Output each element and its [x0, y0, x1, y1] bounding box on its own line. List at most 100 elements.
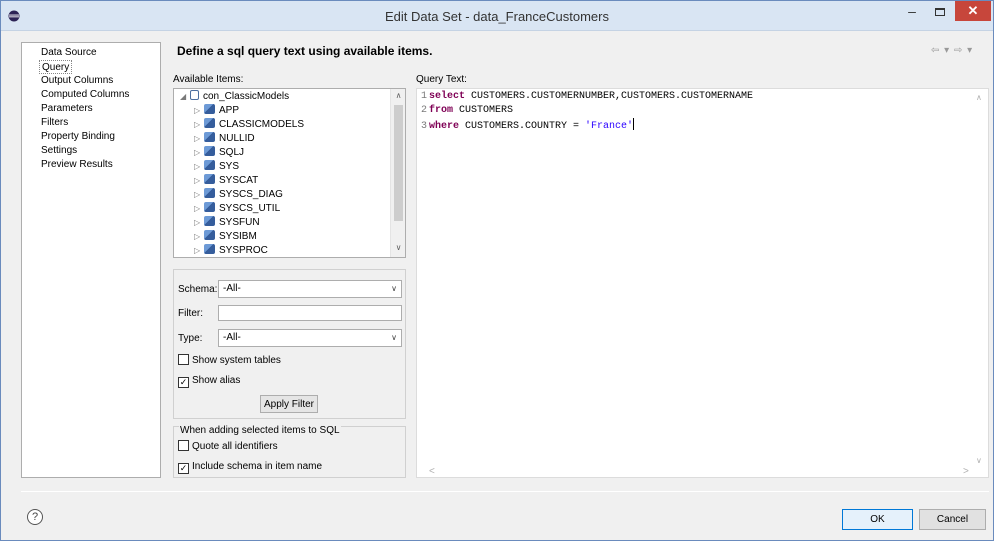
- nav-item-query[interactable]: Query: [39, 60, 73, 74]
- tree-item-schema[interactable]: ▷ SYSIBM: [194, 230, 257, 244]
- chevron-down-icon: ∨: [391, 284, 397, 293]
- nav-item-property-binding[interactable]: Property Binding: [41, 130, 115, 144]
- close-icon: ✕: [967, 3, 979, 18]
- include-schema-label: Include schema in item name: [192, 461, 323, 472]
- expand-icon: ▷: [194, 176, 201, 185]
- back-forward-icon[interactable]: ⇦ ▾ ⇨ ▾: [931, 45, 973, 56]
- ok-button[interactable]: OK: [842, 509, 913, 530]
- expand-icon: ▷: [194, 204, 201, 213]
- help-icon[interactable]: ?: [27, 509, 43, 525]
- maximize-icon: [935, 8, 945, 16]
- nav-item-parameters[interactable]: Parameters: [41, 102, 93, 116]
- minimize-button[interactable]: –: [899, 3, 925, 23]
- expand-icon: ▷: [194, 120, 201, 129]
- expand-icon: ▷: [194, 148, 201, 157]
- tree-item-schema[interactable]: ▷ APP: [194, 104, 239, 118]
- show-system-tables-label: Show system tables: [192, 355, 281, 366]
- title-bar[interactable]: Edit Data Set - data_FranceCustomers – ✕: [1, 1, 993, 31]
- tree-item-label: SYSCAT: [219, 175, 259, 186]
- tree-item-schema[interactable]: ▷ SYSFUN: [194, 216, 260, 230]
- nav-item-output-columns[interactable]: Output Columns: [41, 74, 113, 88]
- nav-item-preview-results[interactable]: Preview Results: [41, 158, 113, 172]
- tree-item-schema[interactable]: ▷ SQLJ: [194, 146, 244, 160]
- type-label: Type:: [178, 333, 203, 344]
- checkbox-checked-icon: ✓: [178, 377, 189, 388]
- sql-string: 'France': [585, 121, 634, 132]
- scroll-up-icon[interactable]: ∧: [393, 91, 404, 100]
- checkbox-checked-icon: ✓: [178, 463, 189, 474]
- tree-item-schema[interactable]: ▷ NULLID: [194, 132, 255, 146]
- quote-identifiers-label: Quote all identifiers: [192, 441, 278, 452]
- schema-icon: [204, 132, 215, 142]
- code-line: 3 where CUSTOMERS.COUNTRY = 'France': [421, 118, 635, 132]
- tree-item-label: SYSCS_UTIL: [219, 203, 281, 214]
- type-select[interactable]: -All- ∨: [218, 329, 402, 347]
- tree-item-schema[interactable]: ▷ SYS: [194, 160, 239, 174]
- tree-item-label: APP: [219, 105, 240, 116]
- schema-icon: [204, 160, 215, 170]
- expand-icon: ▷: [194, 190, 201, 199]
- tree-item-schema[interactable]: ▷ SYSCS_DIAG: [194, 188, 283, 202]
- line-number: 2: [421, 105, 428, 116]
- page-navigation-list: Data Source Query Output Columns Compute…: [21, 42, 161, 478]
- nav-item-data-source[interactable]: Data Source: [41, 46, 97, 60]
- schema-icon: [204, 118, 215, 128]
- type-select-value: -All-: [223, 332, 241, 343]
- include-schema-checkbox[interactable]: ✓ Include schema in item name: [178, 460, 322, 474]
- apply-filter-button[interactable]: Apply Filter: [260, 395, 318, 413]
- cancel-button[interactable]: Cancel: [919, 509, 986, 530]
- nav-item-settings[interactable]: Settings: [41, 144, 77, 158]
- scroll-down-icon[interactable]: ∨: [393, 243, 404, 252]
- expand-icon: ▷: [194, 232, 201, 241]
- tree-item-schema[interactable]: ▷ SYSPROC: [194, 244, 268, 257]
- expand-icon: ▷: [194, 162, 201, 171]
- group-title: When adding selected items to SQL: [179, 425, 341, 436]
- sql-text: CUSTOMERS.COUNTRY =: [459, 121, 586, 132]
- minimize-icon: –: [908, 3, 916, 19]
- available-items-tree[interactable]: ◢ con_ClassicModels ▷ APP ▷ CLASSICMODELS ▷…: [173, 88, 406, 258]
- line-number: 3: [421, 121, 428, 132]
- collapse-icon: ◢: [180, 92, 187, 101]
- expand-icon: ▷: [194, 106, 201, 115]
- scroll-right-icon[interactable]: >: [963, 466, 969, 477]
- filter-panel: Schema: -All- ∨ Filter: Type: -All- ∨ Sh…: [173, 269, 406, 419]
- query-text-editor[interactable]: 1 select CUSTOMERS.CUSTOMERNUMBER,CUSTOME…: [416, 88, 989, 478]
- schema-label: Schema:: [178, 284, 218, 295]
- tree-item-schema[interactable]: ▷ CLASSICMODELS: [194, 118, 304, 132]
- tree-item-label: SYSIBM: [219, 231, 257, 242]
- scroll-up-icon[interactable]: ∧: [976, 93, 982, 102]
- expand-icon: ▷: [194, 218, 201, 227]
- show-system-tables-checkbox[interactable]: Show system tables: [178, 354, 281, 368]
- database-icon: [190, 90, 199, 100]
- schema-icon: [204, 104, 215, 114]
- show-alias-label: Show alias: [192, 375, 241, 386]
- tree-item-label: SYS: [219, 161, 240, 172]
- expand-icon: ▷: [194, 134, 201, 143]
- tree-vertical-scrollbar[interactable]: ∧ ∨: [390, 89, 405, 257]
- nav-item-filters[interactable]: Filters: [41, 116, 68, 130]
- line-number: 1: [421, 91, 428, 102]
- schema-icon: [204, 188, 215, 198]
- sql-keyword: select: [429, 91, 466, 102]
- schema-icon: [204, 216, 215, 226]
- code-line: 1 select CUSTOMERS.CUSTOMERNUMBER,CUSTOME…: [421, 90, 753, 104]
- show-alias-checkbox[interactable]: ✓ Show alias: [178, 374, 240, 388]
- quote-identifiers-checkbox[interactable]: Quote all identifiers: [178, 440, 278, 454]
- scroll-left-icon[interactable]: <: [429, 466, 435, 477]
- tree-item-label: NULLID: [219, 133, 255, 144]
- text-caret: [633, 118, 635, 130]
- tree-item-schema[interactable]: ▷ SYSCAT: [194, 174, 258, 188]
- close-button[interactable]: ✕: [955, 1, 991, 21]
- schema-select[interactable]: -All- ∨: [218, 280, 402, 298]
- maximize-button[interactable]: [927, 3, 953, 23]
- tree-item-schema[interactable]: ▷ SYSCS_UTIL: [194, 202, 280, 216]
- scroll-down-icon[interactable]: ∨: [976, 456, 982, 465]
- edit-data-set-dialog: Edit Data Set - data_FranceCustomers – ✕…: [0, 0, 994, 541]
- filter-input[interactable]: [218, 305, 402, 321]
- tree-item-label: SYSCS_DIAG: [219, 189, 283, 200]
- schema-icon: [204, 230, 215, 240]
- tree-item-connection[interactable]: ◢ con_ClassicModels: [180, 90, 289, 104]
- scrollbar-thumb[interactable]: [394, 105, 403, 221]
- schema-icon: [204, 202, 215, 212]
- nav-item-computed-columns[interactable]: Computed Columns: [41, 88, 129, 102]
